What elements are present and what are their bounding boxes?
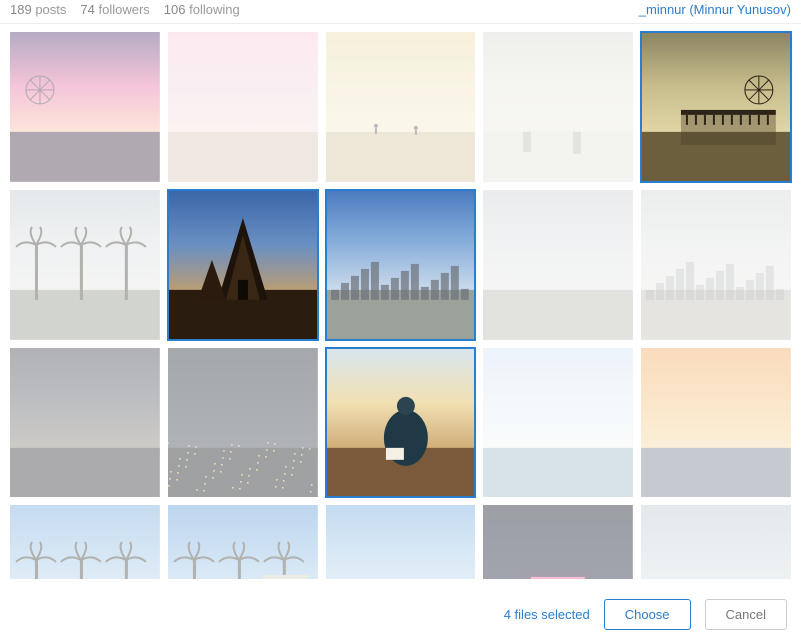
unselected-overlay xyxy=(168,505,318,579)
stat-posts: 189 posts xyxy=(10,2,66,17)
posts-count: 189 xyxy=(10,2,32,17)
selection-count: 4 files selected xyxy=(504,607,590,622)
grid-thumb[interactable] xyxy=(168,348,318,498)
grid-thumb[interactable] xyxy=(483,190,633,340)
image-grid-viewport[interactable] xyxy=(0,24,801,579)
grid-thumb[interactable] xyxy=(10,32,160,182)
choose-button[interactable]: Choose xyxy=(604,599,691,630)
unselected-overlay xyxy=(326,32,476,182)
grid-thumb[interactable] xyxy=(641,505,791,579)
unselected-overlay xyxy=(10,32,160,182)
unselected-overlay xyxy=(168,32,318,182)
grid-thumb[interactable] xyxy=(10,190,160,340)
unselected-overlay xyxy=(641,190,791,340)
grid-thumb[interactable] xyxy=(326,32,476,182)
unselected-overlay xyxy=(10,348,160,498)
footer-bar: 4 files selected Choose Cancel xyxy=(0,588,801,642)
grid-thumb[interactable] xyxy=(326,505,476,579)
unselected-overlay xyxy=(10,190,160,340)
posts-label: posts xyxy=(35,2,66,17)
grid-thumb[interactable] xyxy=(641,190,791,340)
unselected-overlay xyxy=(641,348,791,498)
following-count: 106 xyxy=(164,2,186,17)
unselected-overlay xyxy=(641,505,791,579)
grid-thumb[interactable] xyxy=(326,190,476,340)
cancel-button[interactable]: Cancel xyxy=(705,599,787,630)
unselected-overlay xyxy=(483,32,633,182)
unselected-overlay xyxy=(326,505,476,579)
stat-followers: 74 followers xyxy=(80,2,149,17)
header-bar: 189 posts 74 followers 106 following _mi… xyxy=(0,0,801,24)
unselected-overlay xyxy=(10,505,160,579)
grid-thumb[interactable] xyxy=(10,348,160,498)
following-label: following xyxy=(189,2,240,17)
grid-thumb[interactable] xyxy=(168,190,318,340)
unselected-overlay xyxy=(483,505,633,579)
grid-thumb[interactable] xyxy=(168,505,318,579)
profile-stats: 189 posts 74 followers 106 following xyxy=(10,2,240,17)
unselected-overlay xyxy=(483,190,633,340)
grid-thumb[interactable] xyxy=(168,32,318,182)
unselected-overlay xyxy=(483,348,633,498)
grid-thumb[interactable] xyxy=(641,32,791,182)
grid-thumb[interactable] xyxy=(641,348,791,498)
grid-thumb[interactable] xyxy=(483,505,633,579)
grid-thumb[interactable] xyxy=(483,348,633,498)
stat-following: 106 following xyxy=(164,2,240,17)
followers-label: followers xyxy=(99,2,150,17)
unselected-overlay xyxy=(168,348,318,498)
username-link[interactable]: _minnur (Minnur Yunusov) xyxy=(639,2,791,17)
grid-thumb[interactable] xyxy=(326,348,476,498)
image-grid xyxy=(10,32,791,579)
followers-count: 74 xyxy=(80,2,94,17)
grid-thumb[interactable] xyxy=(483,32,633,182)
grid-thumb[interactable] xyxy=(10,505,160,579)
